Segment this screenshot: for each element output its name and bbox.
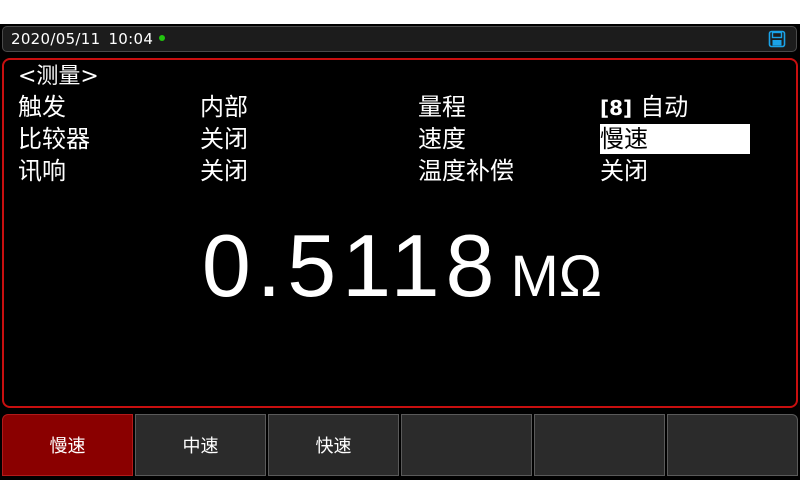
status-date: 2020/05/11 [11, 30, 101, 48]
range-label: 量程 [418, 93, 466, 121]
range-value[interactable]: [8] 自动 [600, 92, 688, 123]
comparator-label: 比较器 [18, 125, 90, 153]
softkey-3[interactable]: 快速 [268, 414, 399, 476]
trigger-label: 触发 [18, 93, 66, 121]
softkey-2[interactable]: 中速 [135, 414, 266, 476]
softkey-4[interactable] [401, 414, 532, 476]
page-title: <测量> [18, 64, 99, 89]
status-bar: 2020/05/11 10:04 [2, 26, 797, 52]
measurement-reading: 0.5118 MΩ [4, 215, 800, 317]
status-time: 10:04 [108, 30, 154, 48]
temp-compensation-label: 温度补偿 [418, 157, 514, 185]
trigger-value[interactable]: 内部 [200, 92, 248, 122]
measurement-panel: <测量> 触发 内部 量程 [8] 自动 比较器 关闭 速度 慢速 讯响 关闭 温… [2, 58, 798, 408]
softkey-5[interactable] [534, 414, 665, 476]
softkey-1[interactable]: 慢速 [2, 414, 133, 476]
floppy-disk-icon[interactable] [768, 30, 786, 48]
softkey-bar: 慢速 中速 快速 [2, 414, 798, 476]
range-mode: 自动 [640, 93, 689, 121]
reading-value: 0.5118 [201, 216, 501, 315]
softkey-6[interactable] [667, 414, 798, 476]
speed-value-selected[interactable]: 慢速 [600, 124, 750, 154]
comparator-value[interactable]: 关闭 [200, 124, 248, 154]
speed-label: 速度 [418, 125, 466, 153]
beep-label: 讯响 [18, 157, 66, 185]
beep-value[interactable]: 关闭 [200, 156, 248, 186]
status-datetime: 2020/05/11 10:04 [11, 30, 166, 48]
range-tag: [8] [600, 96, 633, 120]
reading-unit: MΩ [510, 244, 603, 309]
status-indicator-dot [159, 34, 166, 41]
temp-compensation-value[interactable]: 关闭 [600, 156, 648, 186]
